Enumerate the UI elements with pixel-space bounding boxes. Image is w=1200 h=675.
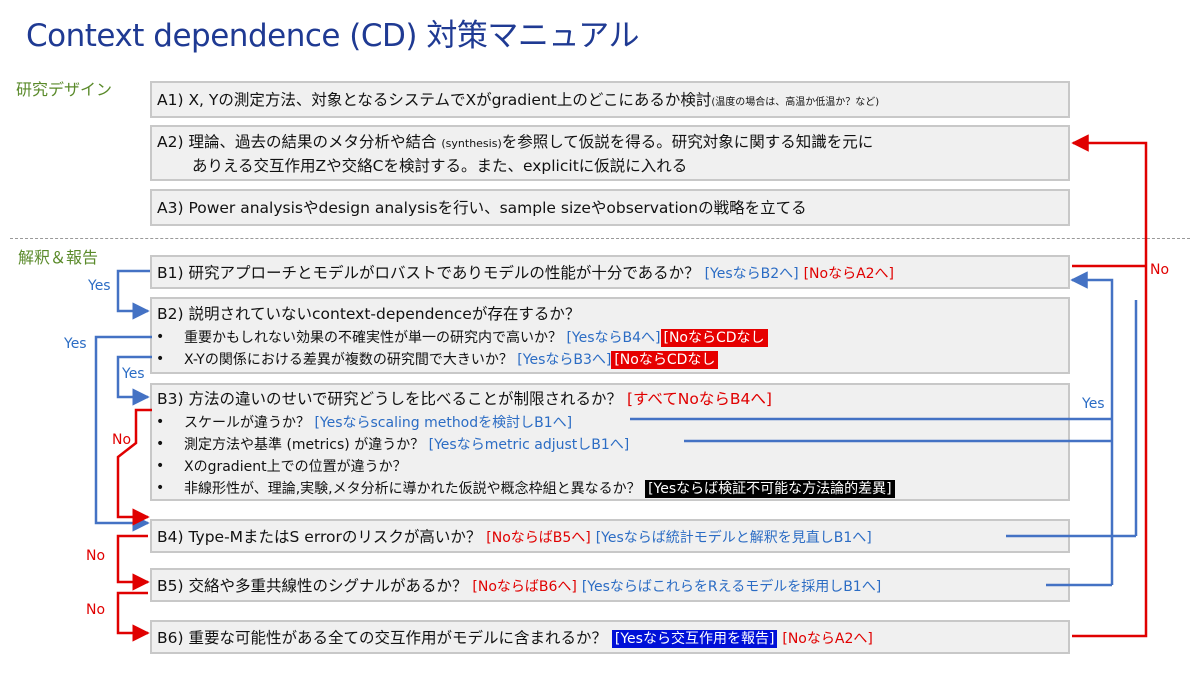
flow-label-yes-b1: Yes xyxy=(88,278,111,294)
flow-arrows xyxy=(94,134,1148,642)
arrow-yes-trunk-1 xyxy=(1070,271,1114,585)
arrow-b2-to-b4 xyxy=(94,335,152,532)
arrow-b5-to-b6 xyxy=(116,591,150,642)
flow-label-no-b4: No xyxy=(86,548,106,564)
flow-label-yes-b2-b4: Yes xyxy=(64,336,87,352)
arrow-b3-to-b4 xyxy=(116,408,152,526)
flow-label-no-b3: No xyxy=(112,432,132,448)
flow-label-yes-right: Yes xyxy=(1082,396,1105,412)
flow-label-yes-b2-b3: Yes xyxy=(122,366,145,382)
arrow-b4-to-b5 xyxy=(116,534,150,591)
flow-label-no-right: No xyxy=(1150,262,1170,278)
flow-label-no-b5: No xyxy=(86,602,106,618)
arrow-b1-to-b2 xyxy=(116,269,150,320)
